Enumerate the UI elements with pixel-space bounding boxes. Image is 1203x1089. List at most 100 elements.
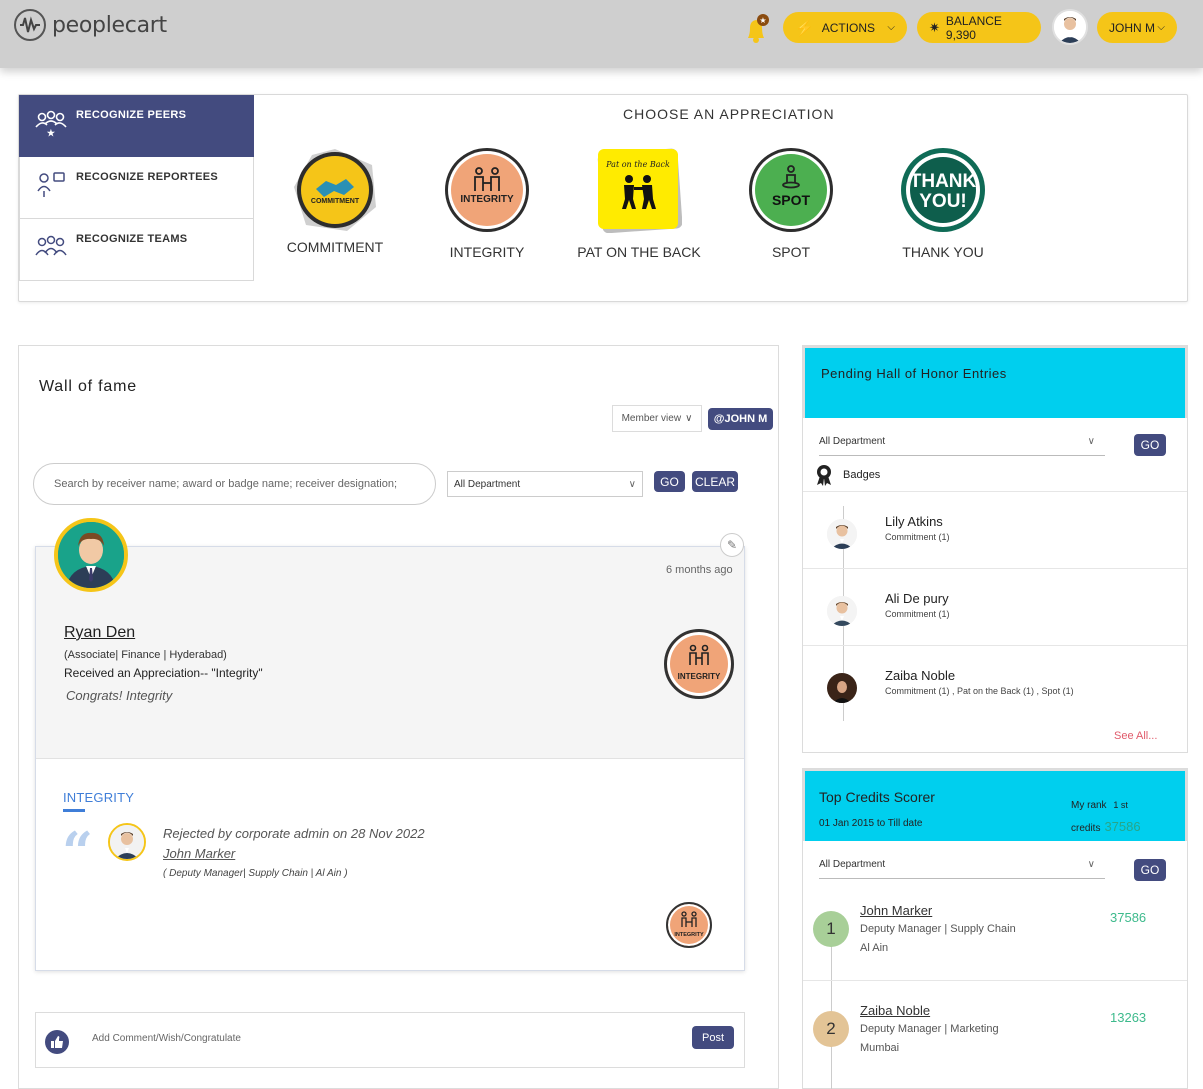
chevron-down-icon: ∨ <box>685 413 693 424</box>
badges-filter[interactable]: Badges <box>815 464 880 486</box>
chevron-down-icon: ∨ <box>1087 436 1095 447</box>
my-rank: My rank 1 st <box>1071 800 1128 811</box>
chevron-down-icon: ⌵ <box>887 22 895 33</box>
go-button[interactable]: GO <box>654 471 685 492</box>
my-rank-value: 1 st <box>1113 800 1128 810</box>
clear-button[interactable]: CLEAR <box>692 471 738 492</box>
tab-recognize-teams[interactable]: RECOGNIZE TEAMS <box>19 219 254 281</box>
logo[interactable]: peoplecart <box>14 9 167 41</box>
teams-icon <box>35 235 67 256</box>
chevron-down-icon: ∨ <box>1087 859 1095 870</box>
entry-name: Lily Atkins <box>885 514 943 529</box>
svg-text:INTEGRITY: INTEGRITY <box>674 932 704 938</box>
my-credits: credits 37586 <box>1071 819 1141 834</box>
recognize-tabs: ★ RECOGNIZE PEERS RECOGNIZE REPORTEES RE… <box>19 95 254 281</box>
post-time: 6 months ago <box>666 564 733 576</box>
badge-spot[interactable]: SPOT SPOT <box>726 147 856 260</box>
tab-recognize-peers[interactable]: ★ RECOGNIZE PEERS <box>19 95 254 157</box>
department-value: All Department <box>819 436 886 447</box>
badge-commitment[interactable]: COMMITMENT COMMITMENT <box>270 147 400 255</box>
comment-input[interactable]: Add Comment/Wish/Congratulate <box>92 1033 241 1044</box>
badge-label: PAT ON THE BACK <box>577 244 701 260</box>
rejection-text: Rejected by corporate admin on 28 Nov 20… <box>163 826 425 841</box>
tab-recognize-reportees[interactable]: RECOGNIZE REPORTEES <box>19 157 254 219</box>
entry-badges: Commitment (1) , Pat on the Back (1) , S… <box>885 686 1074 696</box>
thumbs-up-icon[interactable] <box>45 1030 69 1054</box>
top-bar: peoplecart ★ ⚡ ACTIONS ⌵ ✷ BALANCE 9,390… <box>0 0 1203 68</box>
scorer-role: Deputy Manager | Marketing <box>860 1023 999 1035</box>
scorer-points: 37586 <box>1110 910 1147 925</box>
entry-avatar <box>827 673 857 703</box>
department-value: All Department <box>819 859 886 870</box>
wall-of-fame-panel: Wall of fame Member view ∨ @JOHN M Searc… <box>18 345 779 1089</box>
commitment-badge-icon: COMMITMENT <box>294 149 376 231</box>
user-menu[interactable]: JOHN M ⌵ <box>1097 12 1177 43</box>
svg-text:YOU!: YOU! <box>919 191 967 212</box>
logo-icon <box>14 9 46 41</box>
hall-go-button[interactable]: GO <box>1134 434 1166 456</box>
badge-label: SPOT <box>771 244 811 260</box>
entry-badges: Commitment (1) <box>885 609 950 619</box>
user-name: JOHN M <box>1109 20 1155 35</box>
post-button[interactable]: Post <box>692 1026 734 1049</box>
entry-avatar <box>827 596 857 626</box>
scorer-entry[interactable]: 1 John Marker Deputy Manager | Supply Ch… <box>803 881 1187 981</box>
wall-title: Wall of fame <box>39 378 137 395</box>
my-credits-value: 37586 <box>1104 819 1141 834</box>
scorer-go-button[interactable]: GO <box>1134 859 1166 881</box>
search-input[interactable]: Search by receiver name; award or badge … <box>33 463 436 505</box>
member-view-label: Member view <box>621 413 682 424</box>
integrity-badge-icon: INTEGRITY <box>664 629 734 699</box>
scorer-entry[interactable]: 2 Zaiba Noble Deputy Manager | Marketing… <box>803 980 1187 1080</box>
appreciation-panel: ★ RECOGNIZE PEERS RECOGNIZE REPORTEES RE… <box>18 94 1188 302</box>
notification-bell-icon[interactable]: ★ <box>742 14 772 44</box>
balance-label: BALANCE 9,390 <box>945 13 1002 42</box>
rejector-avatar <box>108 823 146 861</box>
spot-badge-icon: SPOT <box>749 148 833 232</box>
member-view-dropdown[interactable]: Member view ∨ <box>612 405 702 432</box>
post-recipient-name[interactable]: Ryan Den <box>64 624 135 642</box>
svg-text:★: ★ <box>759 16 766 25</box>
badge-integrity[interactable]: INTEGRITY INTEGRITY <box>422 147 552 260</box>
scorer-name[interactable]: John Marker <box>860 903 932 918</box>
post-recipient-avatar[interactable] <box>54 518 128 592</box>
rank-badge: 2 <box>813 1011 849 1047</box>
department-value: All Department <box>454 478 521 490</box>
badge-label: THANK YOU <box>902 244 984 260</box>
user-filter-button[interactable]: @JOHN M <box>708 408 773 430</box>
hall-entry[interactable]: Lily Atkins Commitment (1) <box>803 491 1187 568</box>
badge-label: COMMITMENT <box>286 239 384 255</box>
hall-department-select[interactable]: All Department ∨ <box>819 428 1105 456</box>
actions-dropdown[interactable]: ⚡ ACTIONS ⌵ <box>783 12 907 43</box>
pat-on-back-badge-icon: Pat on the Back <box>597 148 683 234</box>
search-placeholder: Search by receiver name; award or badge … <box>54 478 398 490</box>
user-avatar[interactable] <box>1052 9 1088 45</box>
badge-pat-on-the-back[interactable]: Pat on the Back PAT ON THE BACK <box>574 147 704 260</box>
thank-you-badge-icon: THANK YOU! <box>901 148 985 232</box>
scorer-points: 13263 <box>1110 1010 1147 1025</box>
tab-label: RECOGNIZE REPORTEES <box>76 171 218 183</box>
hall-entry[interactable]: Ali De pury Commitment (1) <box>803 568 1187 645</box>
svg-text:SPOT: SPOT <box>772 192 811 208</box>
tag-underline <box>63 809 85 812</box>
balance-pill[interactable]: ✷ BALANCE 9,390 <box>917 12 1041 43</box>
post-received-text: Received an Appreciation-- "Integrity" <box>64 666 263 680</box>
reportees-icon <box>37 172 65 197</box>
scorer-title: Top Credits Scorer <box>819 789 935 805</box>
scorer-department-select[interactable]: All Department ∨ <box>819 851 1105 879</box>
badge-thank-you[interactable]: THANK YOU! THANK YOU <box>878 147 1008 260</box>
scorer-header: Top Credits Scorer 01 Jan 2015 to Till d… <box>803 769 1187 841</box>
hall-entry[interactable]: Zaiba Noble Commitment (1) , Pat on the … <box>803 645 1187 722</box>
logo-text: peoplecart <box>52 12 167 38</box>
scorer-role: Deputy Manager | Supply Chain <box>860 923 1016 935</box>
hall-header: Pending Hall of Honor Entries <box>803 346 1187 418</box>
svg-text:★: ★ <box>47 128 56 137</box>
sparkle-icon: ✷ <box>929 19 940 35</box>
rejector-name[interactable]: John Marker <box>163 846 235 861</box>
edit-icon[interactable]: ✎ <box>720 533 744 557</box>
integrity-badge-icon: INTEGRITY <box>445 148 529 232</box>
appreciation-title: CHOOSE AN APPRECIATION <box>623 106 835 122</box>
department-select[interactable]: All Department ∨ <box>447 471 643 497</box>
see-all-link[interactable]: See All... <box>1114 730 1157 742</box>
scorer-name[interactable]: Zaiba Noble <box>860 1003 930 1018</box>
